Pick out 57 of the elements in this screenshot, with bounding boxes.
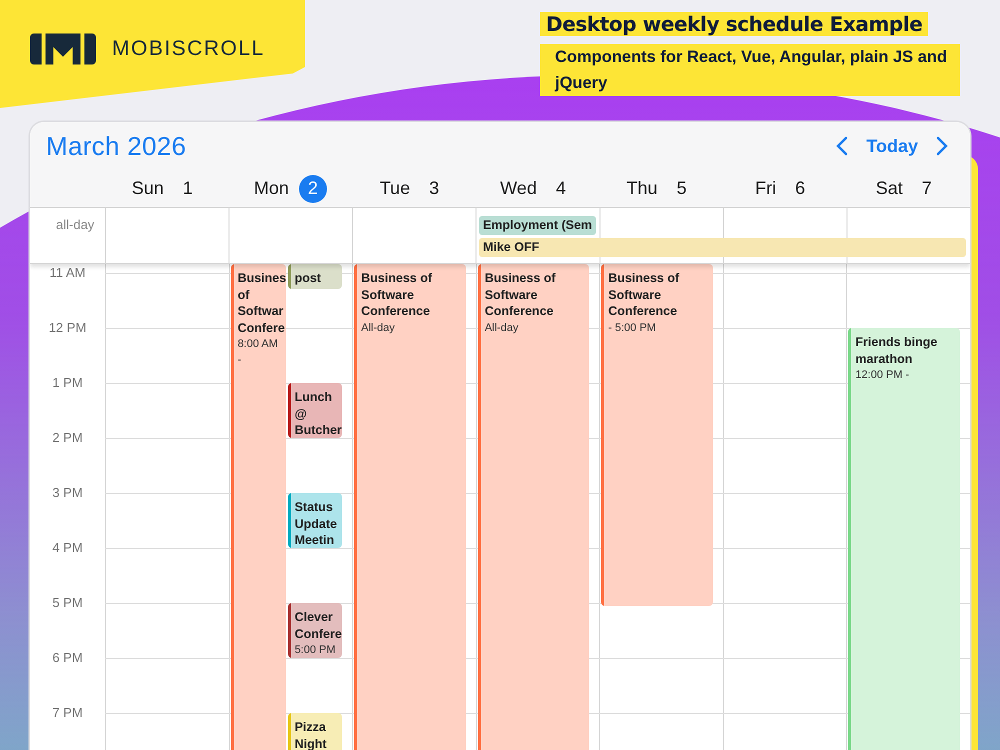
event-title: post [294,270,321,287]
event-time: 5:00 PM [294,643,337,658]
all-day-label: all-day [55,216,96,234]
event-title: Business of Software Conference [608,270,680,320]
event-time: - 5:00 PM [608,320,657,336]
calendar-event[interactable]: Pizza Night [288,713,342,750]
logo-icon [30,31,96,67]
calendar-event[interactable]: Business of Software Conference - 5:00 PM [601,264,713,606]
calendar-event[interactable]: Busines of Softwar Confere 8:00 AM - [230,264,286,750]
calendar-event[interactable]: Clever Confere 5:00 PM [288,603,342,658]
event-title: Pizza Night [294,719,328,750]
day-date[interactable]: 1 [174,174,202,202]
event-time: 8:00 AM - [238,337,279,368]
all-day-event[interactable]: Mike OFF [478,238,966,257]
time-label: 7 PM [52,705,83,721]
day-name: Wed [500,178,537,199]
event-title: Business of Software Conference [361,270,433,320]
day-date[interactable]: 7 [912,174,941,202]
day-date[interactable]: 3 [420,174,448,202]
time-label: 2 PM [52,430,83,446]
time-label: 5 PM [52,595,83,611]
time-label: 11 AM [50,265,86,281]
chevron-left-icon[interactable] [836,136,848,156]
event-title: Friends binge marathon [855,334,938,367]
time-label: 12 PM [48,320,86,336]
day-date[interactable]: 5 [668,174,696,202]
page-title: Desktop weekly schedule Example [540,12,928,36]
day-date[interactable]: 4 [546,174,575,202]
calendar-event[interactable]: post [288,264,342,290]
event-title: Status Update Meetin [294,499,338,548]
chevron-right-icon[interactable] [936,136,948,156]
month-title: March 2026 [46,130,186,162]
day-name: Fri [755,178,776,199]
calendar-event[interactable]: Friends binge marathon 12:00 PM - [848,328,960,750]
day-name: Mon [254,178,289,199]
day-date[interactable]: 2 [298,174,327,202]
all-day-event[interactable]: Employment (Sem [478,216,596,235]
time-label: 4 PM [52,540,83,556]
today-button[interactable]: Today [862,134,922,158]
time-label: 3 PM [52,485,83,501]
event-time: All-day [361,320,396,336]
event-time: All-day [484,320,520,336]
event-time: 12:00 PM - [855,368,910,383]
day-name: Tue [380,178,410,199]
calendar-event[interactable]: Lunch @ Butcher [288,383,342,438]
day-name: Thu [626,178,658,199]
day-name: Sun [132,178,164,199]
calendar-event[interactable]: Status Update Meetin [288,493,342,548]
time-label: 6 PM [52,650,83,666]
calendar-event[interactable]: Business of Software Conference All-day [478,264,590,750]
day-name: Sat [876,178,903,199]
time-label: 1 PM [52,375,83,391]
page-subtitle: Components for React, Vue, Angular, plain JS and jQuery [540,44,960,96]
calendar-event[interactable]: Business of Software Conference All-day [354,264,466,750]
event-title: Business of Software Conference [484,270,557,320]
brand-name: MOBISCROLL [112,37,265,61]
day-date[interactable]: 6 [786,174,814,202]
